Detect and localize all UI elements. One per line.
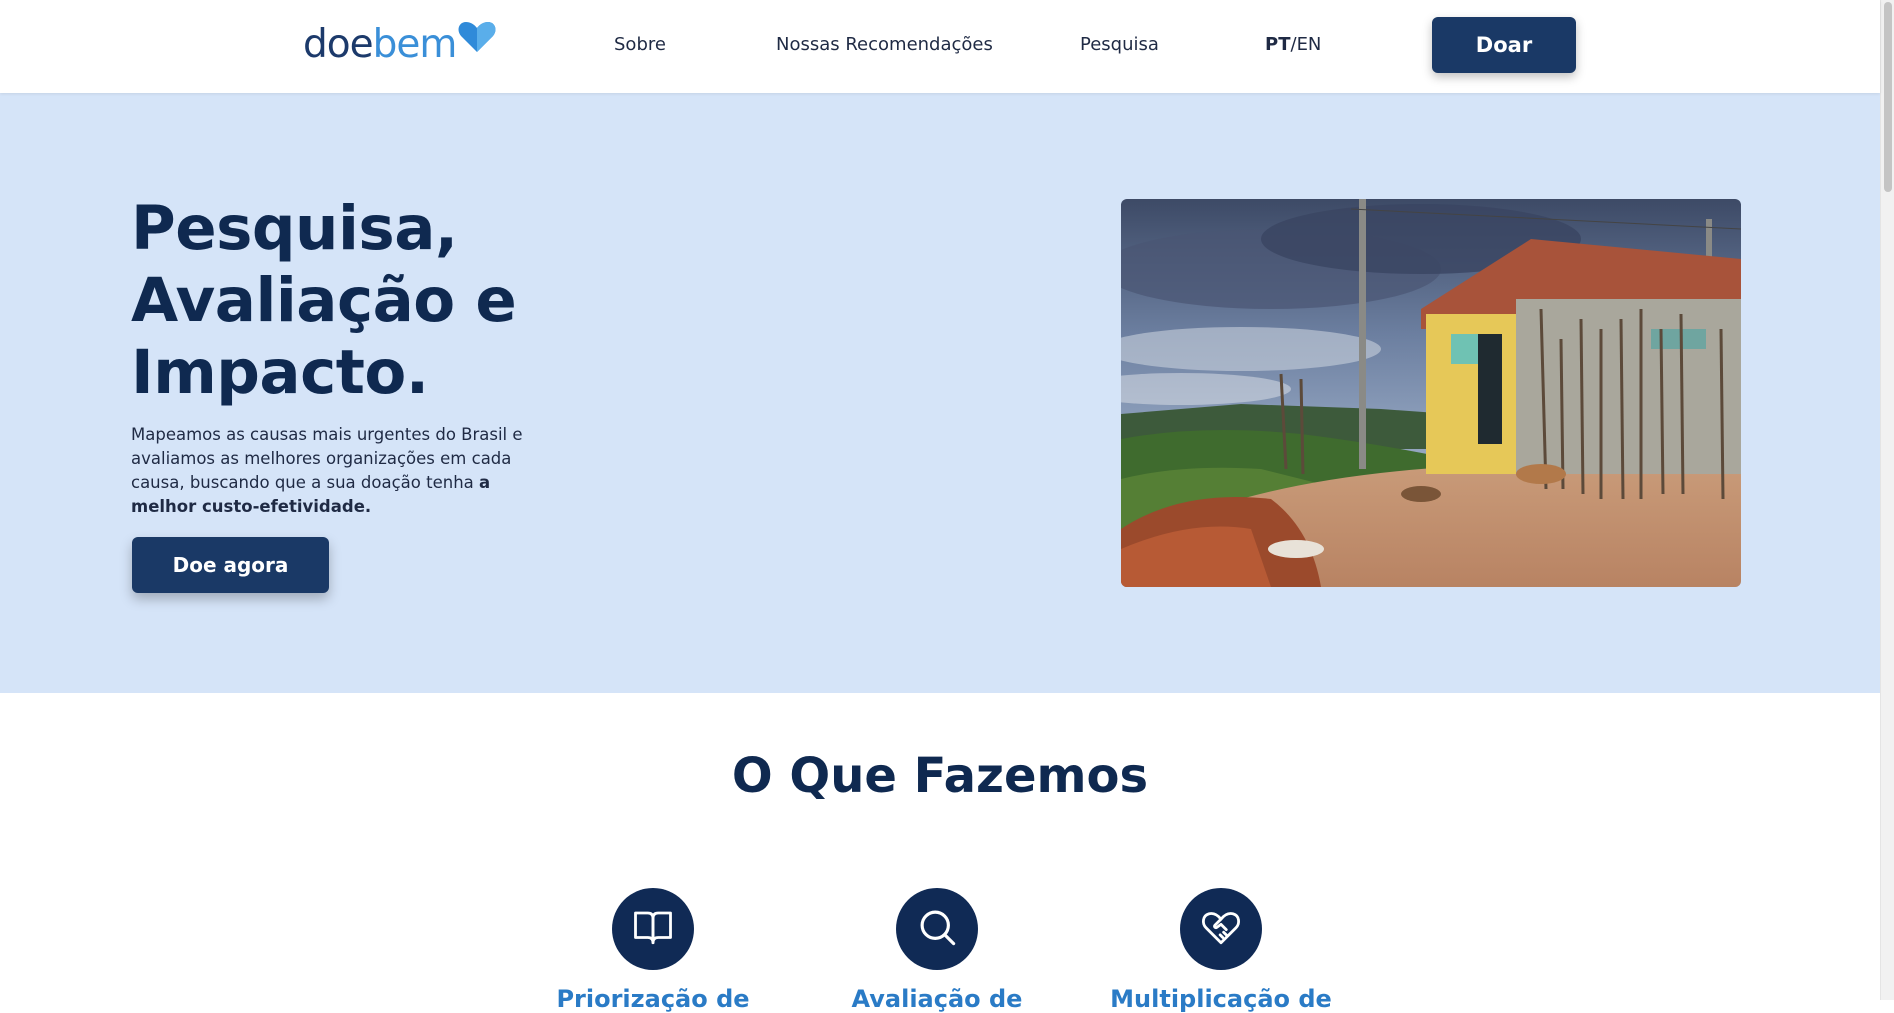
hero-photo [1121,199,1741,587]
feature-heart-circle [1180,888,1262,970]
donate-now-button[interactable]: Doe agora [132,537,329,593]
heart-icon [458,20,496,62]
lang-option-pt[interactable]: PT [1265,34,1290,55]
nav-link-sobre[interactable]: Sobre [614,34,666,55]
hero-description-text: Mapeamos as causas mais urgentes do Bras… [131,425,523,492]
scrollbar-thumb[interactable] [1884,2,1892,192]
feature-book-circle [612,888,694,970]
book-icon [632,906,674,953]
nav-link-pesquisa[interactable]: Pesquisa [1080,34,1159,55]
heart-handshake-icon [1200,906,1242,953]
logo[interactable]: doe bem [303,22,496,67]
hero-title: Pesquisa, Avaliação e Impacto. [131,193,517,408]
page-scrollbar[interactable] [1880,0,1894,1000]
feature-search-circle [896,888,978,970]
lang-option-en[interactable]: EN [1297,34,1322,55]
hero-description: Mapeamos as causas mais urgentes do Bras… [131,423,531,519]
search-icon [916,906,958,953]
logo-text-doe: doe [303,22,374,67]
feature-label-priorizacao: Priorização de [556,985,750,1013]
donate-button[interactable]: Doar [1432,17,1576,73]
nav-link-recomendacoes[interactable]: Nossas Recomendações [776,34,993,55]
section-title: O Que Fazemos [731,748,1149,804]
feature-label-multiplicacao: Multiplicação de [1110,985,1332,1013]
site-header: doe bem Sobre Nossas Recomendações Pesqui… [0,0,1880,93]
hero-section: Pesquisa, Avaliação e Impacto. Mapeamos … [0,93,1880,693]
logo-text-bem: bem [372,22,458,67]
feature-label-avaliacao: Avaliação de [851,985,1023,1013]
language-switcher: PT/EN [1265,34,1321,55]
